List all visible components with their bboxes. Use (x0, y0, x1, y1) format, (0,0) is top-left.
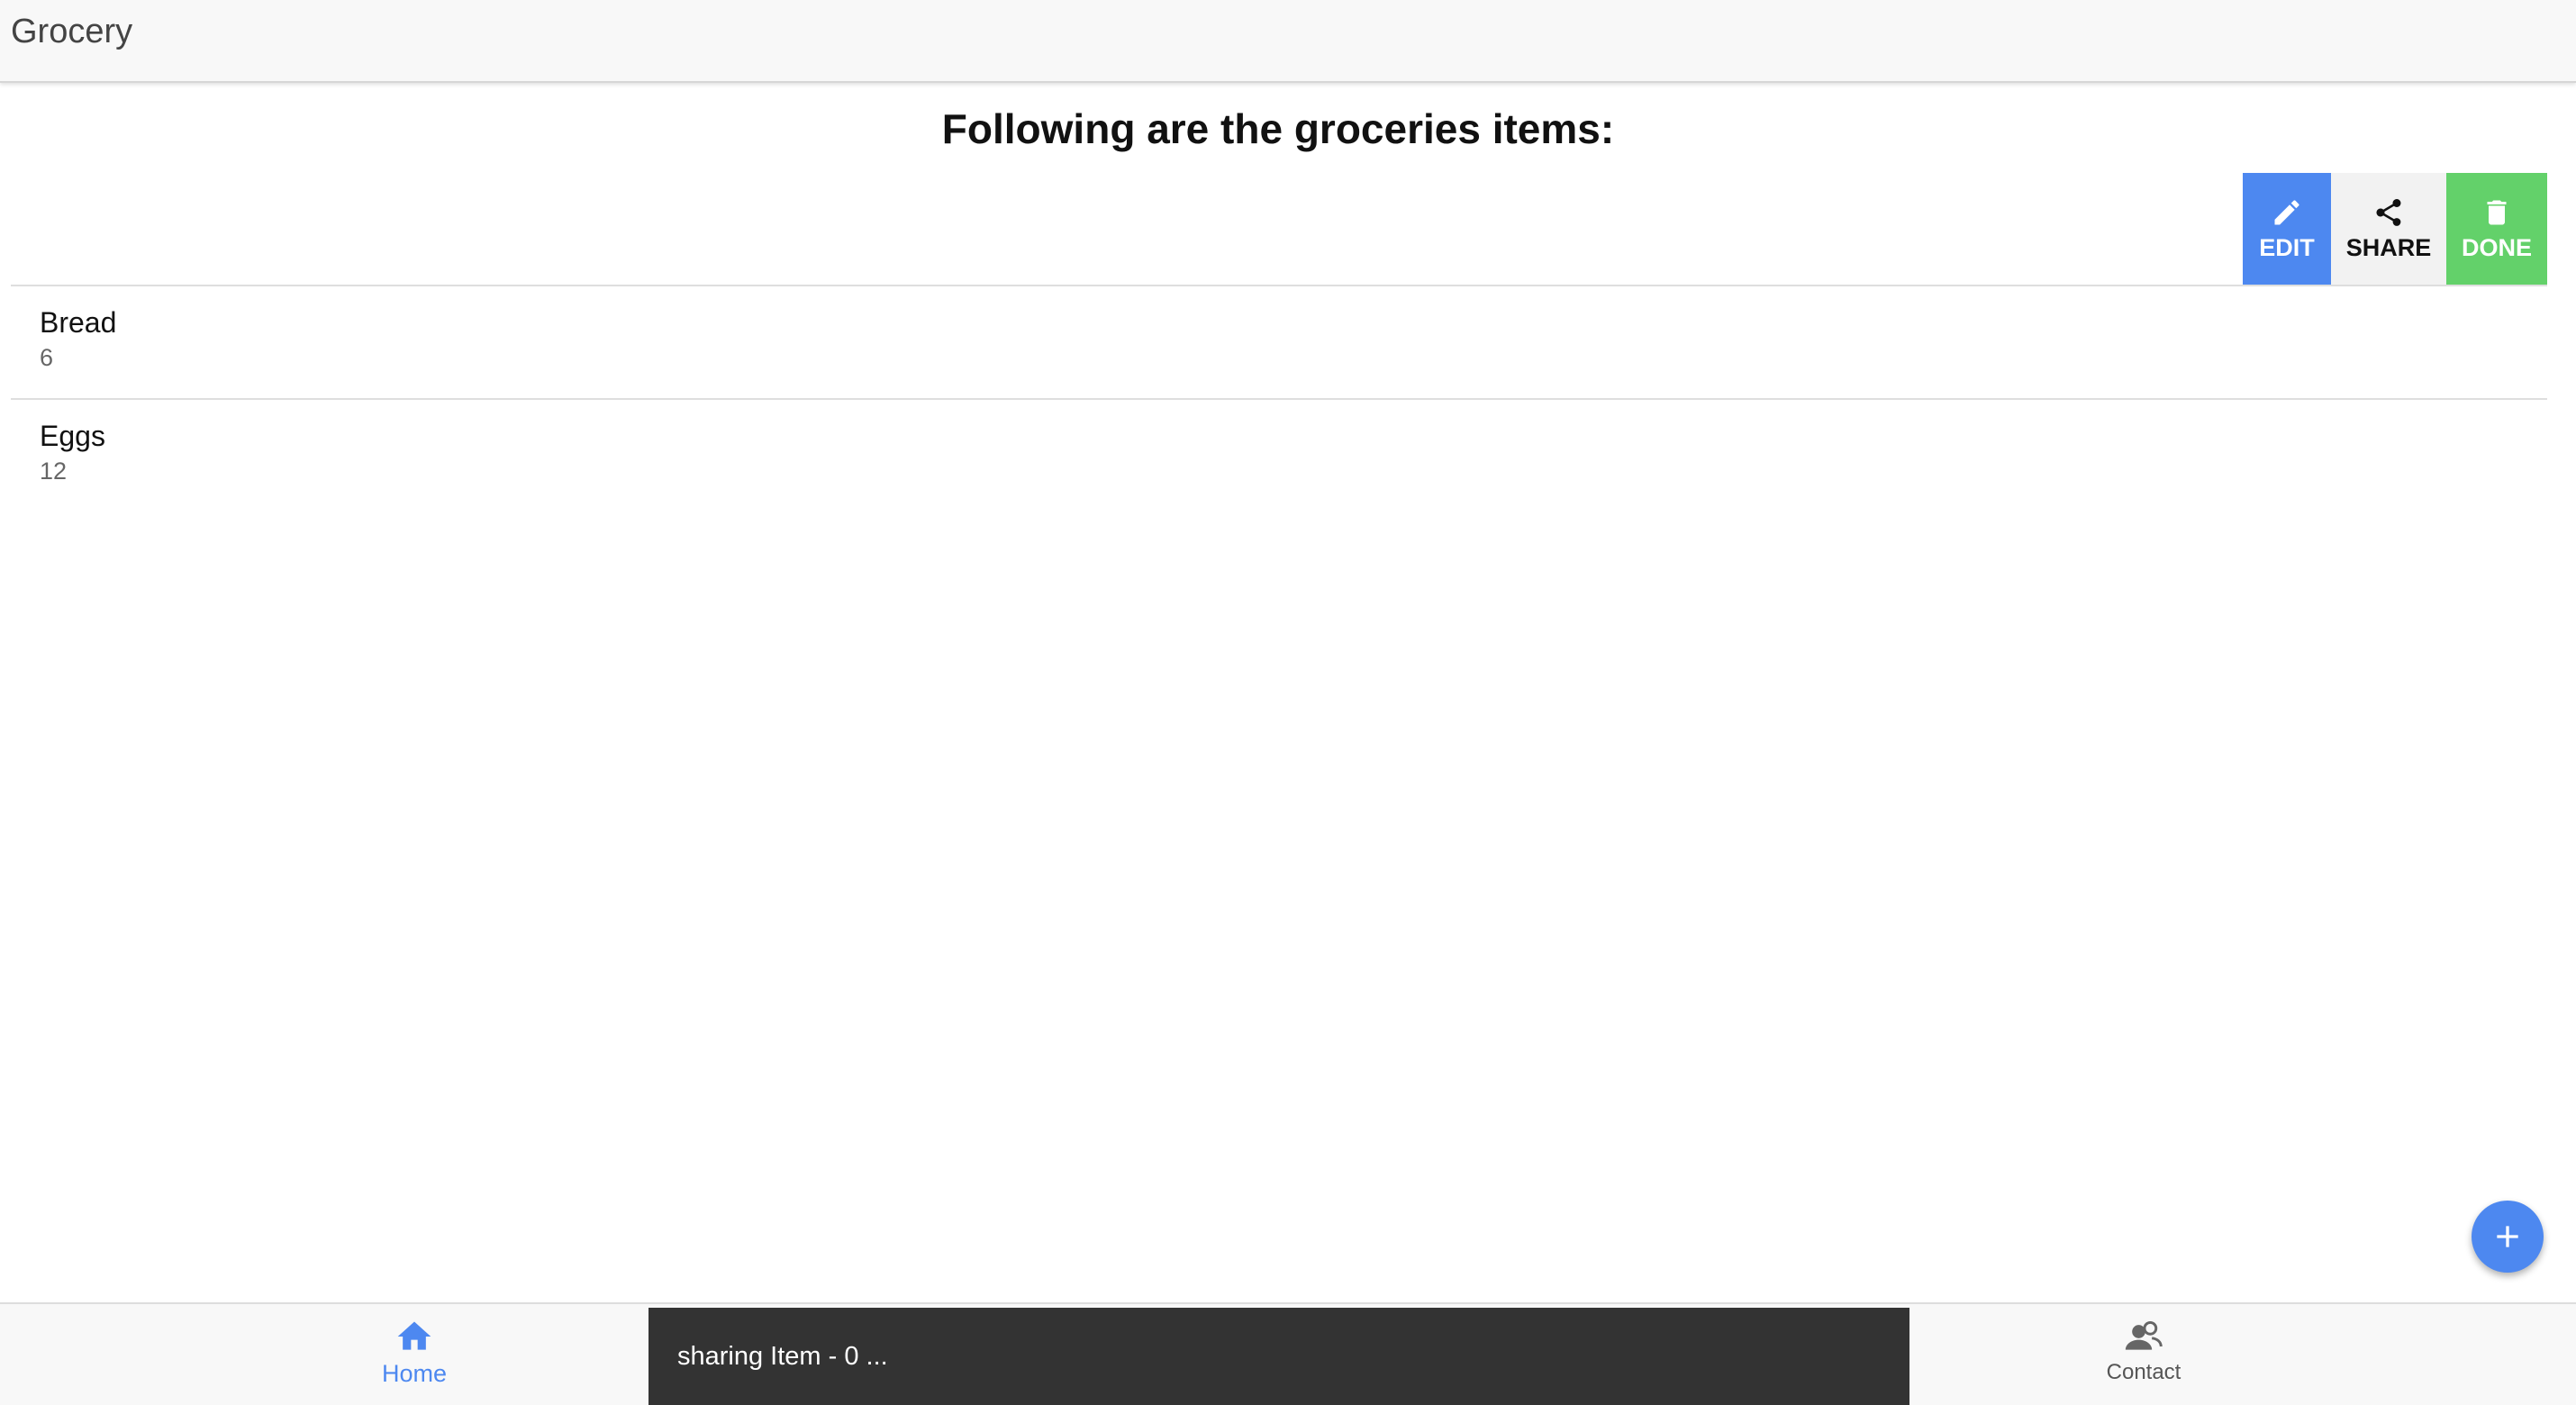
trash-icon (2487, 200, 2507, 224)
app-root: Grocery Following are the groceries item… (0, 0, 2576, 1405)
share-button[interactable]: SHARE (2331, 173, 2446, 285)
contacts-icon (2125, 1320, 2163, 1350)
app-title: Grocery (11, 13, 133, 50)
tab-contact-label: Contact (2106, 1360, 2181, 1384)
tab-home-label: Home (381, 1360, 448, 1387)
tab-home[interactable]: Home (279, 1317, 549, 1388)
pencil-icon (2274, 199, 2299, 224)
edit-button[interactable]: EDIT (2243, 173, 2331, 285)
done-button[interactable]: DONE (2446, 173, 2547, 285)
list-item[interactable]: Bread 6 (11, 286, 2547, 400)
edit-label: EDIT (2259, 233, 2315, 261)
page-heading: Following are the groceries items: (941, 105, 1615, 152)
item-name: Eggs (40, 420, 105, 452)
home-icon (397, 1321, 431, 1350)
done-label: DONE (2461, 233, 2532, 261)
plus-icon (2497, 1226, 2518, 1247)
toast-snackbar: sharing Item - 0 ... (649, 1308, 1909, 1405)
share-label: SHARE (2345, 233, 2432, 261)
list-item[interactable]: Eggs 12 (40, 400, 2547, 513)
grocery-list: Bread 6 Eggs 12 (11, 285, 2547, 513)
share-icon (2376, 198, 2401, 226)
item-quantity: 12 (40, 458, 68, 485)
toast-message: sharing Item - 0 ... (677, 1341, 888, 1371)
item-quantity: 6 (40, 344, 54, 371)
item-name: Bread (40, 306, 117, 339)
add-item-button[interactable] (2472, 1201, 2544, 1273)
app-header: Grocery (0, 0, 2576, 83)
tab-contact[interactable]: Contact (2009, 1317, 2279, 1385)
swipe-actions: EDIT SHARE DONE (2243, 173, 2547, 285)
